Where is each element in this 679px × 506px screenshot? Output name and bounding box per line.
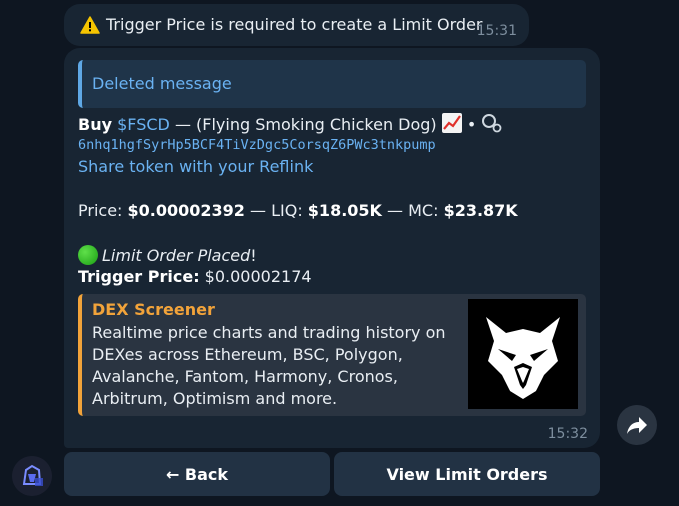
mc-value: $23.87K [443,201,518,220]
message-time: 15:31 [476,23,517,39]
status-suffix: ! [250,246,257,265]
liq-value: $18.05K [307,201,382,220]
chart-icon [441,113,462,133]
message-time: 15:32 [547,426,588,442]
mc-label: — MC: [381,201,444,220]
liq-label: — LIQ: [244,201,308,220]
price-value: $0.00002392 [127,201,245,220]
status-text: Limit Order Placed [102,246,251,265]
view-limit-orders-button[interactable]: View Limit Orders [334,452,600,496]
trigger-line: Trigger Price: $0.00002174 [78,267,312,286]
preview-thumbnail[interactable] [468,299,578,409]
price-line: Price: $0.00002392 — LIQ: $18.05K — MC: … [78,201,518,220]
message-bubble-order: Deleted message Buy $FSCD — (Flying Smok… [64,48,600,448]
warning-text: Trigger Price is required to create a Li… [106,15,483,34]
status-line: Limit Order Placed! [78,245,257,265]
reply-text: Deleted message [92,74,232,93]
preview-site-name: DEX Screener [92,300,215,319]
message-bubble-warning: Trigger Price is required to create a Li… [64,4,529,46]
trigger-label: Trigger Price: [78,267,200,286]
trigger-value: $0.00002174 [199,267,312,286]
token-address[interactable]: 6nhq1hgfSyrHp5BCF4TiVzDgc5CorsqZ6PWc3tnk… [78,137,436,153]
reflink-link[interactable]: Share token with your Reflink [78,157,313,176]
price-label: Price: [78,201,128,220]
share-button[interactable] [617,405,657,445]
link-preview[interactable]: DEX Screener Realtime price charts and t… [78,294,586,416]
eagle-logo-icon [486,317,560,399]
bubbles-icon[interactable] [481,113,503,133]
avatar[interactable] [12,456,52,496]
buy-word: Buy [78,115,113,134]
preview-description: Realtime price charts and trading histor… [92,323,446,408]
back-button[interactable]: ← Back [64,452,330,496]
green-circle-icon [78,245,98,265]
token-name: — (Flying Smoking Chicken Dog) [169,115,442,134]
bullet: • [466,115,477,134]
forward-arrow-icon [627,417,647,434]
warning-icon [80,16,100,34]
ticker-link[interactable]: $FSCD [117,115,170,134]
reply-preview[interactable]: Deleted message [78,60,586,108]
token-header-line: Buy $FSCD — (Flying Smoking Chicken Dog)… [78,113,503,134]
bot-logo-icon [12,456,52,496]
